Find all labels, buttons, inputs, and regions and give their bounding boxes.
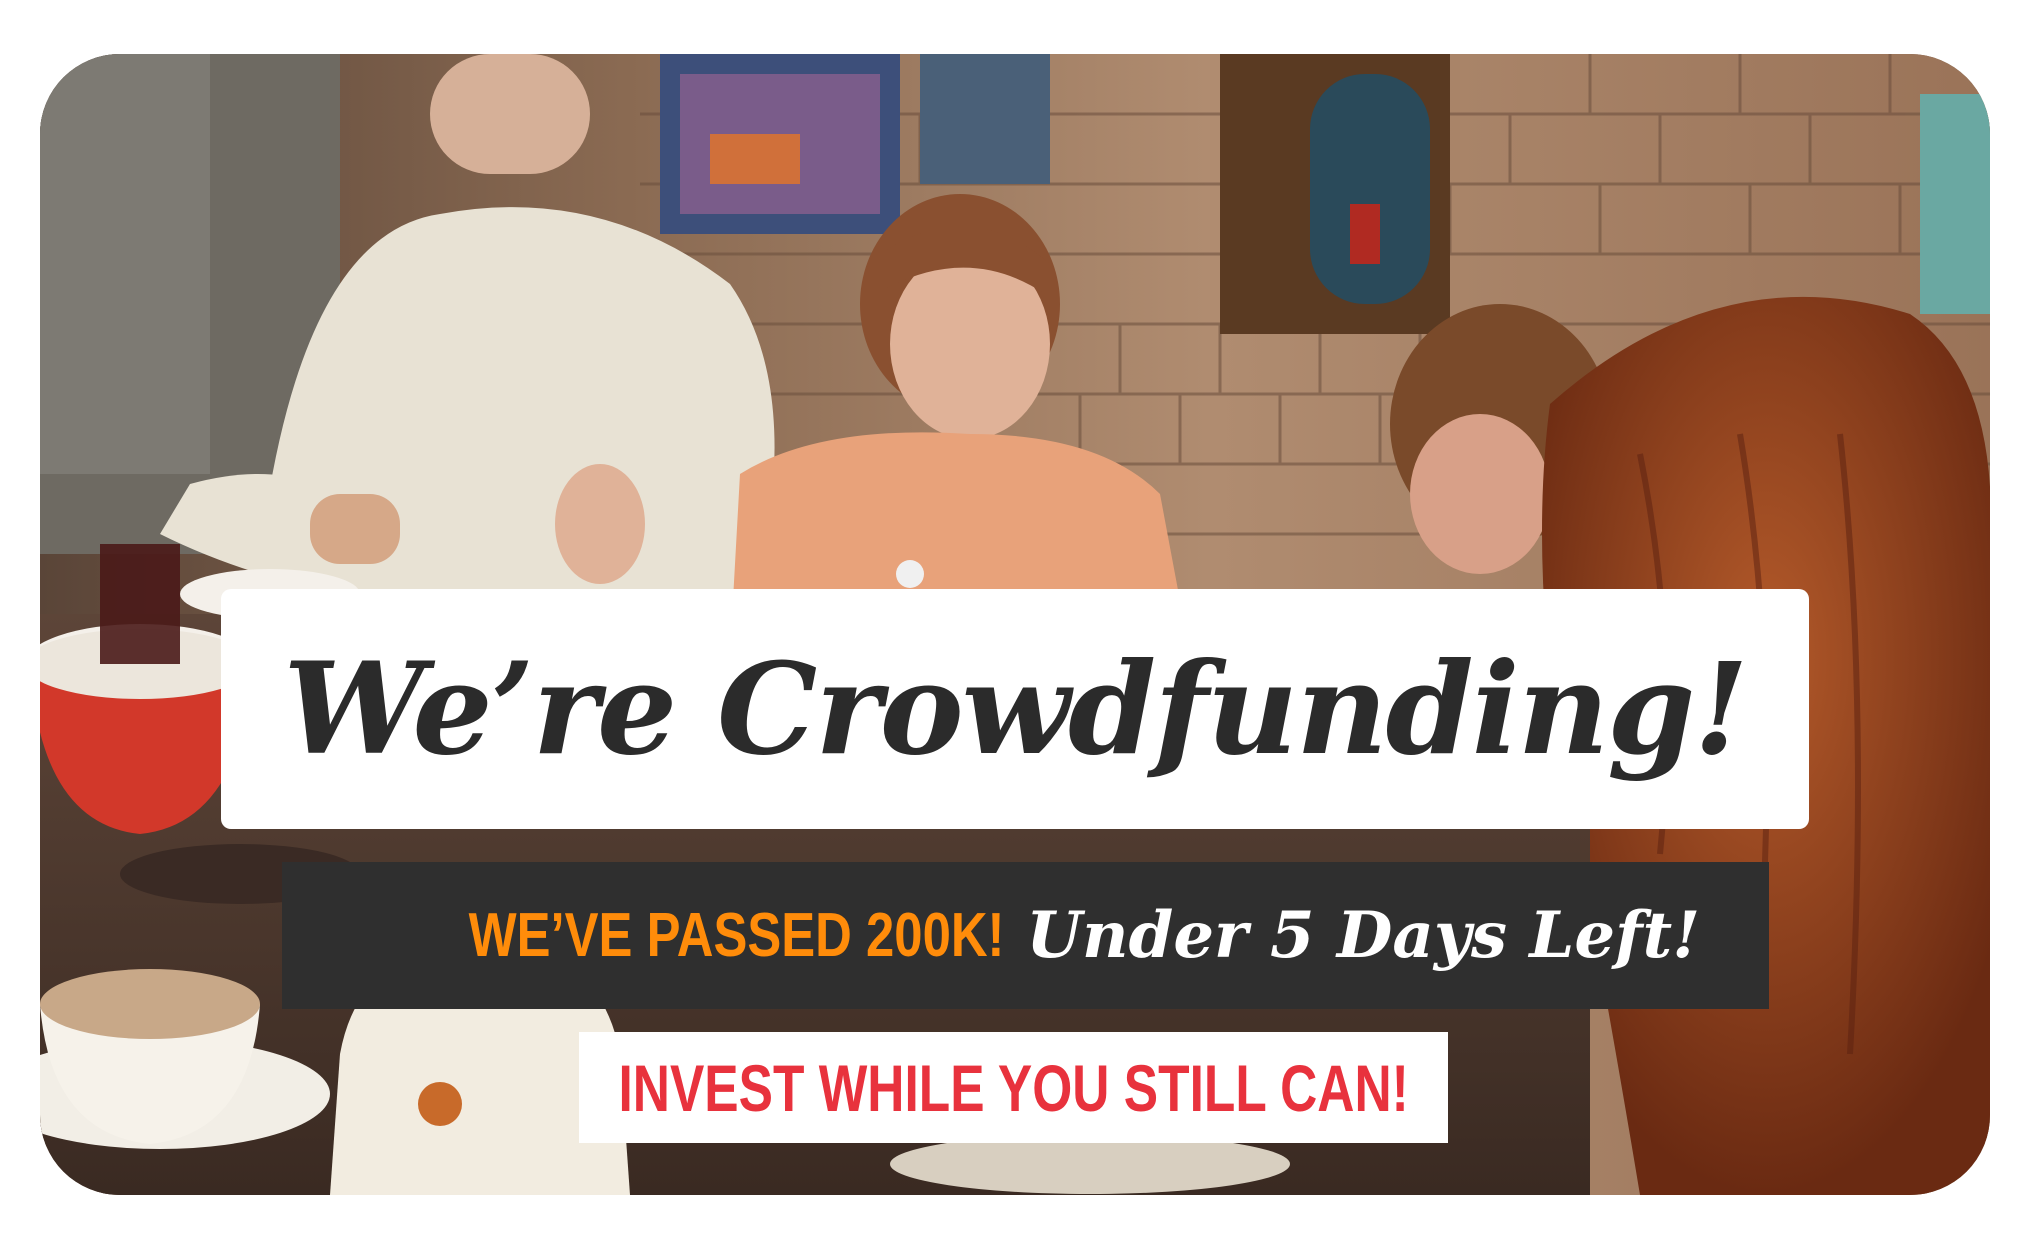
headline-box: We’re Crowdfunding! xyxy=(221,589,1809,829)
cta-box[interactable]: INVEST WHILE YOU STILL CAN! xyxy=(579,1032,1448,1143)
status-bar: WE’VE PASSED 200K! Under 5 Days Left! xyxy=(282,862,1769,1009)
status-passed-text: WE’VE PASSED 200K! xyxy=(468,901,1005,970)
status-days-text: Under 5 Days Left! xyxy=(1026,898,1701,973)
headline: We’re Crowdfunding! xyxy=(283,635,1748,783)
cta-text: INVEST WHILE YOU STILL CAN! xyxy=(618,1050,1409,1125)
banner-card: We’re Crowdfunding! WE’VE PASSED 200K! U… xyxy=(40,54,1990,1195)
